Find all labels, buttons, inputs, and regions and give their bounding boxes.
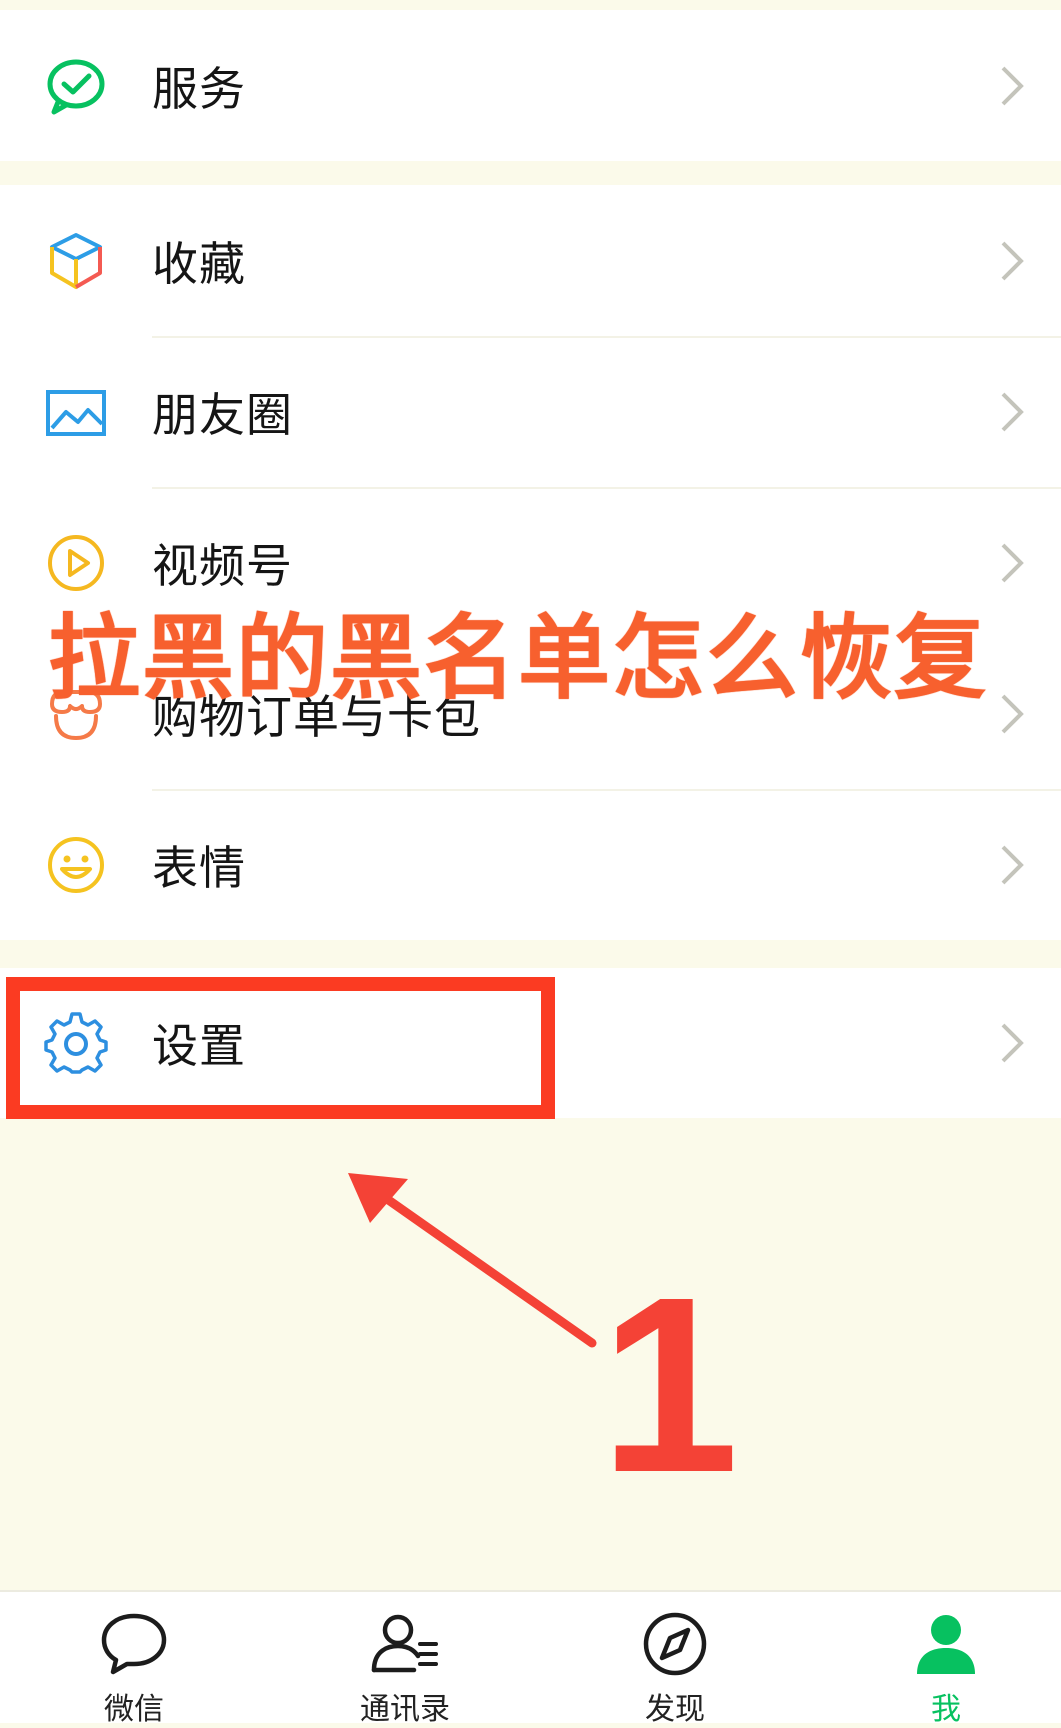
tab-label-chats: 微信 <box>104 1692 164 1727</box>
compass-icon <box>643 1612 707 1676</box>
menu-label-stickers: 表情 <box>152 840 246 895</box>
person-icon <box>917 1615 975 1674</box>
menu-item-favorites[interactable]: 收藏 <box>0 185 1061 336</box>
service-group: 服务 <box>0 10 1061 161</box>
chevron-right-icon <box>1001 694 1024 733</box>
pointer-arrow <box>348 1173 597 1348</box>
contacts-icon <box>371 1614 438 1673</box>
tab-me[interactable]: 我 <box>876 1592 1016 1727</box>
chevron-right-icon <box>1001 392 1024 431</box>
menu-label-moments: 朋友圈 <box>152 387 293 442</box>
step-number: 1 <box>600 1245 740 1524</box>
tab-bar: 微信 通讯录 发现 我 <box>0 1590 1061 1727</box>
chat-bubble-icon <box>101 1613 167 1675</box>
settings-highlight-box <box>6 977 555 1119</box>
cube-icon <box>44 229 108 293</box>
overlay-title: 拉黑的黑名单怎么恢复 <box>48 605 989 712</box>
chevron-right-icon <box>1001 66 1024 105</box>
chevron-right-icon <box>1001 1023 1024 1063</box>
menu-item-service[interactable]: 服务 <box>0 10 1061 161</box>
picture-icon <box>44 380 108 444</box>
chevron-right-icon <box>1001 845 1024 884</box>
menu-item-stickers[interactable]: 表情 <box>0 789 1061 940</box>
tab-discover[interactable]: 发现 <box>605 1592 745 1727</box>
tab-label-discover: 发现 <box>645 1692 705 1727</box>
smiley-icon <box>44 833 108 897</box>
menu-item-moments[interactable]: 朋友圈 <box>0 336 1061 487</box>
tab-label-me: 我 <box>931 1692 961 1727</box>
tab-label-contacts: 通讯录 <box>360 1692 450 1727</box>
menu-label-favorites: 收藏 <box>152 236 246 291</box>
chevron-right-icon <box>1001 241 1024 280</box>
wechat-pay-icon <box>44 54 108 118</box>
features-group: 收藏 朋友圈 视频号 购物订单与卡包 表情 <box>0 185 1061 940</box>
me-page: 服务 收藏 朋友圈 视频号 购物订单与卡包 表情 设置 拉黑的黑名单怎么恢复 1… <box>0 0 1061 1727</box>
menu-label-service: 服务 <box>152 61 246 116</box>
tab-chats[interactable]: 微信 <box>64 1592 204 1727</box>
tab-contacts[interactable]: 通讯录 <box>335 1592 475 1727</box>
chevron-right-icon <box>1001 543 1024 582</box>
